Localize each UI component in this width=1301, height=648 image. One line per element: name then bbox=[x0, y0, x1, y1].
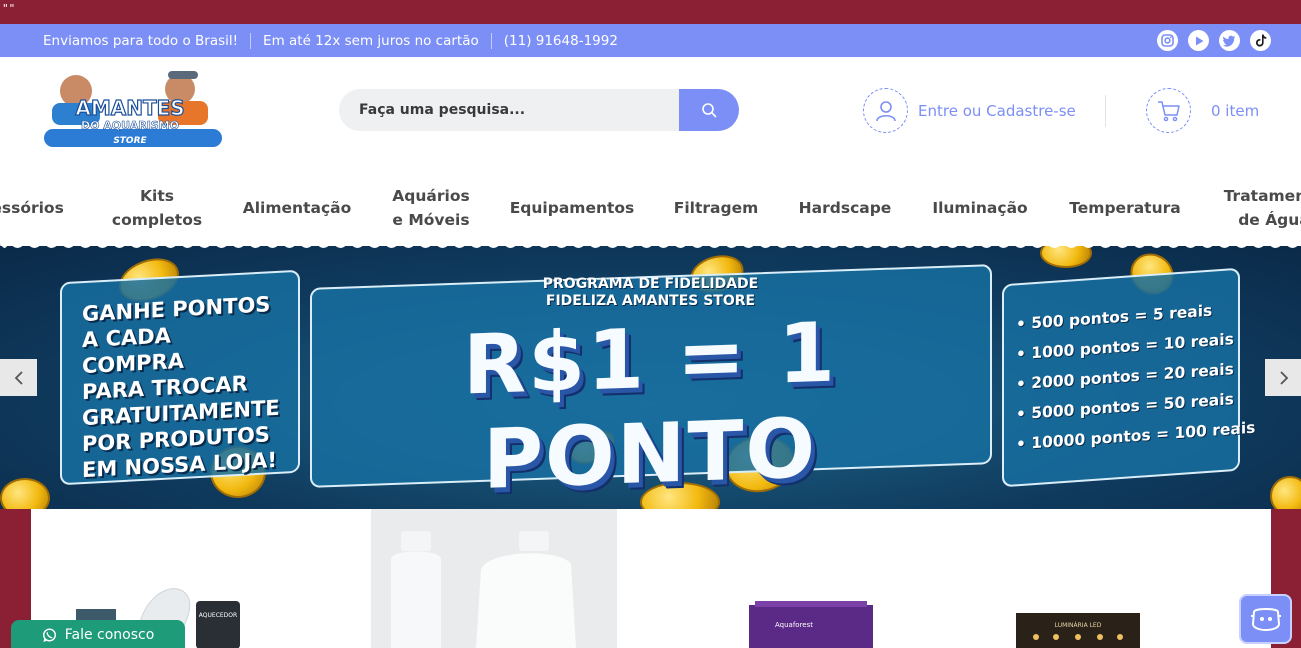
svg-text:DO AQUARISMO: DO AQUARISMO bbox=[81, 119, 179, 132]
whatsapp-icon bbox=[42, 627, 56, 642]
nav-item-kits-completos[interactable]: Kits completos bbox=[102, 183, 212, 233]
header-divider bbox=[1105, 95, 1106, 127]
nav-item-hardscape[interactable]: Hardscape bbox=[794, 183, 896, 233]
tiktok-icon[interactable] bbox=[1250, 30, 1271, 51]
account-link[interactable]: Entre ou Cadastre-se bbox=[863, 88, 1076, 133]
twitter-icon[interactable] bbox=[1219, 30, 1240, 51]
account-label: Entre ou Cadastre-se bbox=[918, 101, 1076, 120]
product-card-led[interactable]: LUMINÁRIA LED bbox=[1016, 613, 1140, 648]
svg-text:Aquaforest: Aquaforest bbox=[775, 621, 813, 629]
shipping-message: Enviamos para todo o Brasil! bbox=[43, 32, 239, 49]
product-card-aquaforest[interactable]: Aquaforest bbox=[749, 601, 873, 648]
installments-message: Em até 12x sem juros no cartão bbox=[263, 32, 479, 49]
search-bar bbox=[339, 89, 739, 131]
instagram-icon[interactable] bbox=[1157, 30, 1178, 51]
search-icon bbox=[702, 103, 717, 118]
chatbot-widget[interactable] bbox=[1239, 594, 1292, 644]
whatsapp-chat-button[interactable]: Fale conosco bbox=[11, 620, 185, 648]
nav-item-tratamento-agua[interactable]: Tratamento de Água bbox=[1214, 183, 1301, 233]
banner-headline: R$1 = 1 PONTO bbox=[462, 305, 838, 508]
cart-count: 0 item bbox=[1211, 101, 1260, 120]
store-logo[interactable]: AMANTES DO AQUARISMO STORE bbox=[30, 69, 230, 151]
nav-item-acessorios[interactable]: Acessórios bbox=[0, 183, 72, 233]
phone-number[interactable]: (11) 91648-1992 bbox=[492, 33, 630, 49]
search-button[interactable] bbox=[679, 89, 739, 131]
search-input[interactable] bbox=[339, 89, 679, 131]
product-showcase: AQUECEDOR Aquaforest LUMINÁRIA LED bbox=[31, 509, 1271, 648]
carousel-next-button[interactable] bbox=[1265, 359, 1301, 396]
points-table-panel: • 500 pontos = 5 reais • 1000 pontos = 1… bbox=[1002, 267, 1255, 488]
scalloped-border bbox=[0, 238, 1301, 248]
chevron-right-icon bbox=[1279, 370, 1288, 385]
social-links bbox=[1157, 30, 1271, 51]
nav-item-aquarios-moveis[interactable]: Aquários e Móveis bbox=[376, 183, 486, 233]
product-card-bottles[interactable] bbox=[371, 509, 617, 648]
youtube-icon[interactable] bbox=[1188, 30, 1209, 51]
nav-item-temperatura[interactable]: Temperatura bbox=[1066, 183, 1184, 233]
stray-text: "" bbox=[2, 2, 16, 15]
chat-label: Fale conosco bbox=[64, 627, 155, 643]
carousel-prev-button[interactable] bbox=[0, 359, 37, 396]
nav-item-filtragem[interactable]: Filtragem bbox=[666, 183, 766, 233]
cart-link[interactable]: 0 item bbox=[1146, 88, 1259, 133]
coin-decoration bbox=[0, 478, 50, 509]
svg-text:AQUECEDOR: AQUECEDOR bbox=[199, 612, 237, 619]
svg-text:LUMINÁRIA LED: LUMINÁRIA LED bbox=[1055, 622, 1102, 629]
site-header: AMANTES DO AQUARISMO STORE Entre ou Cada… bbox=[0, 57, 1301, 253]
coin-decoration bbox=[1270, 476, 1301, 509]
nav-item-alimentacao[interactable]: Alimentação bbox=[237, 183, 357, 233]
svg-text:STORE: STORE bbox=[113, 136, 147, 146]
loyalty-banner[interactable]: GANHE PONTOS A CADA COMPRA PARA TROCAR G… bbox=[0, 246, 1301, 509]
cart-icon bbox=[1146, 88, 1191, 133]
bot-icon bbox=[1250, 608, 1281, 632]
chevron-left-icon bbox=[14, 370, 23, 385]
svg-text:AMANTES: AMANTES bbox=[75, 96, 184, 120]
nav-item-iluminacao[interactable]: Iluminação bbox=[925, 183, 1035, 233]
category-nav: Acessórios Kits completos Alimentação Aq… bbox=[0, 183, 1301, 233]
top-announcement-bar: Enviamos para todo o Brasil! Em até 12x … bbox=[0, 24, 1301, 57]
nav-item-equipamentos[interactable]: Equipamentos bbox=[502, 183, 642, 233]
user-icon bbox=[863, 88, 908, 133]
